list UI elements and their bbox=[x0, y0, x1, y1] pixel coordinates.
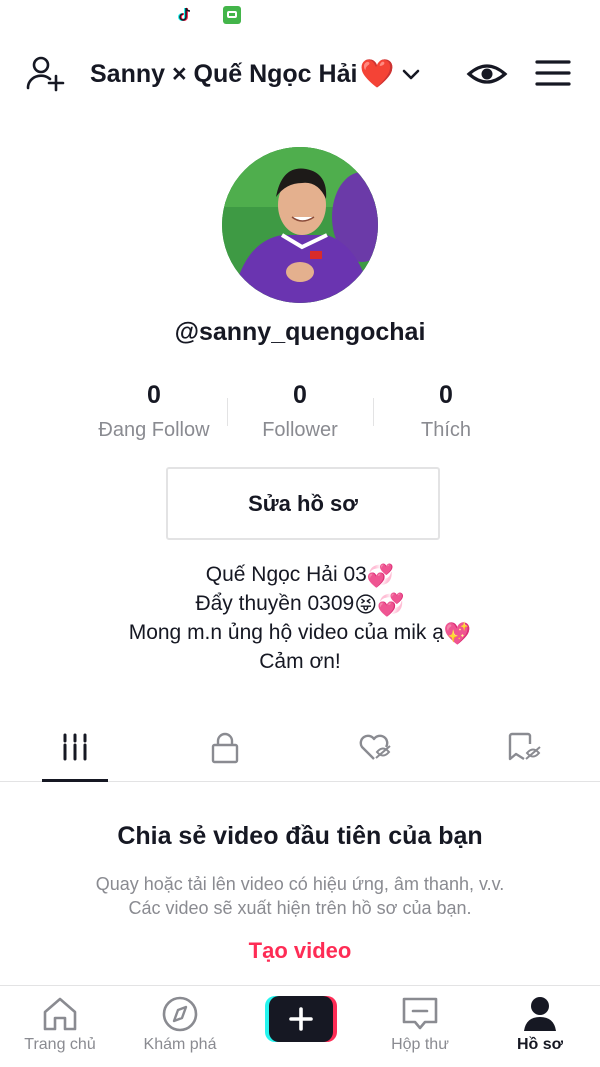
profile-stats: 0 Đang Follow 0 Follower 0 Thích bbox=[0, 380, 600, 450]
emoji: 😝💞 bbox=[354, 592, 405, 617]
favorites-hidden-icon bbox=[508, 732, 541, 761]
avatar[interactable] bbox=[222, 147, 378, 303]
stat-divider bbox=[373, 398, 374, 426]
inbox-icon bbox=[402, 997, 438, 1030]
emoji: 💖 bbox=[443, 621, 472, 646]
edit-profile-button[interactable]: Sửa hồ sơ bbox=[166, 467, 440, 540]
bio-line: Quế Ngọc Hải 03💞 bbox=[205, 563, 395, 588]
tab-private[interactable] bbox=[150, 720, 300, 782]
create-plus-button[interactable] bbox=[265, 996, 337, 1042]
nav-discover[interactable]: Khám phá bbox=[120, 996, 240, 1054]
lock-icon bbox=[211, 732, 239, 764]
stat-likes-label: Thích bbox=[420, 419, 472, 441]
avatar-photo bbox=[222, 147, 378, 303]
bio-line: Mong m.n ủng hộ video của mik ạ💖 bbox=[128, 621, 472, 646]
active-tab-indicator bbox=[42, 779, 108, 782]
stat-following-value: 0 bbox=[147, 381, 161, 409]
menu-icon[interactable] bbox=[534, 56, 572, 90]
bio-line: Đẩy thuyền 0309😝💞 bbox=[195, 592, 405, 617]
profile-view-eye-icon[interactable] bbox=[466, 56, 508, 92]
empty-state-title: Chia sẻ video đầu tiên của bạn bbox=[117, 822, 483, 850]
nav-profile-label: Hồ sơ bbox=[516, 1036, 564, 1053]
create-video-link[interactable]: Tạo video bbox=[0, 938, 600, 964]
empty-state-description: Quay hoặc tải lên video có hiệu ứng, âm … bbox=[95, 874, 505, 918]
compass-icon bbox=[162, 996, 198, 1032]
nav-discover-label: Khám phá bbox=[143, 1036, 217, 1053]
add-user-icon[interactable] bbox=[24, 52, 68, 96]
tab-videos[interactable] bbox=[0, 720, 150, 782]
profile-bio: Quế Ngọc Hải 03💞 Đẩy thuyền 0309😝💞 Mong … bbox=[0, 561, 600, 676]
status-bar bbox=[0, 0, 600, 32]
stat-followers-label: Follower bbox=[262, 419, 338, 441]
stat-likes-value: 0 bbox=[439, 381, 453, 409]
nav-home-label: Trang chủ bbox=[24, 1036, 96, 1053]
profile-title-text: Sanny × Quế Ngọc Hải bbox=[90, 59, 358, 88]
username: @sanny_quengochai bbox=[174, 318, 426, 346]
stat-likes[interactable]: 0 Thích bbox=[376, 380, 516, 442]
stat-followers[interactable]: 0 Follower bbox=[230, 380, 370, 442]
top-navigation: Sanny × Quế Ngọc Hải ❤️ bbox=[0, 40, 600, 106]
nav-home[interactable]: Trang chủ bbox=[0, 996, 120, 1054]
home-icon bbox=[43, 997, 77, 1031]
account-switcher[interactable]: Sanny × Quế Ngọc Hải ❤️ bbox=[90, 58, 422, 90]
profile-tabs bbox=[0, 720, 600, 782]
app-notification-icon bbox=[223, 6, 241, 24]
nav-inbox[interactable]: Hộp thư bbox=[360, 996, 480, 1054]
tab-liked[interactable] bbox=[300, 720, 450, 782]
nav-profile[interactable]: Hồ sơ bbox=[480, 996, 600, 1054]
tiktok-notification-icon bbox=[178, 7, 191, 21]
tab-favorites[interactable] bbox=[450, 720, 600, 782]
bio-line: Cảm ơn! bbox=[259, 650, 341, 673]
bottom-navigation: Trang chủ Khám phá Hộp thư Hồ sơ bbox=[0, 985, 600, 1067]
chevron-down-icon bbox=[403, 69, 420, 80]
profile-icon bbox=[524, 997, 556, 1031]
stat-divider bbox=[227, 398, 228, 426]
stat-following-label: Đang Follow bbox=[98, 419, 210, 441]
videos-grid-icon bbox=[63, 733, 87, 761]
nav-inbox-label: Hộp thư bbox=[391, 1036, 449, 1053]
emoji: 💞 bbox=[366, 563, 395, 588]
stat-followers-value: 0 bbox=[293, 381, 307, 409]
liked-hidden-icon bbox=[359, 734, 391, 760]
heart-emoji: ❤️ bbox=[359, 58, 395, 89]
stat-following[interactable]: 0 Đang Follow bbox=[84, 380, 224, 442]
